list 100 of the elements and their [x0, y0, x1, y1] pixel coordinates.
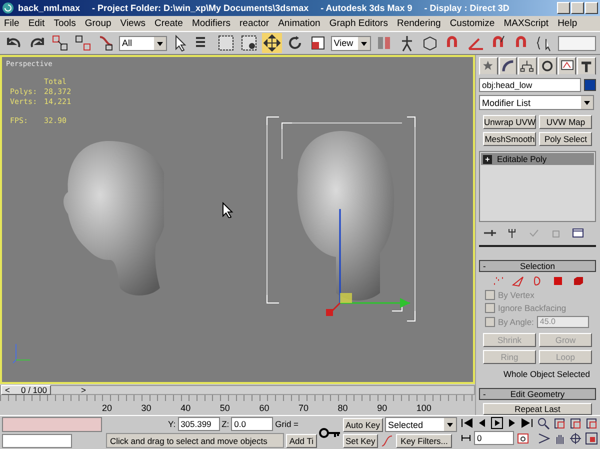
menu-item[interactable]: Edit [28, 18, 45, 29]
key-mode-icon[interactable] [461, 433, 471, 443]
frame-number: 30 [141, 403, 152, 415]
auto-key-button[interactable]: Auto Key [342, 418, 383, 432]
zoom-extents-icon[interactable] [569, 417, 582, 430]
zoom-extents-all-icon[interactable] [585, 417, 598, 430]
time-config-icon[interactable] [517, 432, 529, 444]
stack-item-label: Editable Poly [497, 154, 547, 164]
checkbox-label: By Angle: [498, 317, 534, 327]
frame-number: 100 [416, 403, 432, 415]
menu-item[interactable]: Tools [54, 18, 76, 29]
maximize-button[interactable] [571, 2, 584, 14]
menu-item[interactable]: Group [84, 18, 112, 29]
collapse-toggle[interactable]: - [480, 389, 492, 399]
rollout-header[interactable]: - Edit Geometry [479, 388, 596, 400]
menu-item[interactable]: Views [120, 18, 146, 29]
menu-item[interactable]: Create [154, 18, 183, 29]
menu-item[interactable]: Rendering [396, 18, 441, 29]
edge-triangle-icon[interactable] [510, 275, 524, 287]
checkbox[interactable] [485, 317, 495, 327]
close-button[interactable] [585, 2, 598, 14]
time-slider-thumb[interactable]: < 0 / 100 [1, 384, 51, 395]
checkbox-label: Ignore Backfacing [498, 303, 566, 313]
menu-item[interactable]: Customize [450, 18, 495, 29]
menu-item[interactable]: reactor [240, 18, 270, 29]
expand-toggle[interactable]: + [483, 154, 492, 164]
checkbox-label: By Vertex [498, 290, 534, 300]
repeat-last-button[interactable]: Repeat Last [483, 403, 592, 415]
frame-number: 60 [259, 403, 270, 415]
check-icon[interactable] [527, 227, 541, 239]
time-slider[interactable]: < 0 / 100 > [0, 384, 475, 395]
hierarchy-icon[interactable] [518, 57, 538, 75]
window-title: - Display : Direct 3D [424, 3, 510, 13]
key-icon[interactable] [318, 426, 340, 440]
selection-filter-dropdown[interactable]: All [119, 36, 167, 50]
frame-number: 80 [338, 403, 349, 415]
y-label: Y: [168, 419, 176, 429]
zoom-icon[interactable] [537, 417, 550, 430]
named-selection-field[interactable] [558, 36, 596, 50]
field-of-view-icon[interactable] [537, 432, 550, 445]
unlink-icon[interactable] [73, 33, 93, 53]
menu-item[interactable]: Modifiers [192, 18, 231, 29]
modifier-button[interactable]: Unwrap UVW [483, 115, 536, 129]
zoom-all-icon[interactable] [553, 417, 566, 430]
axis-tripod-icon [12, 342, 32, 364]
move-icon[interactable] [262, 33, 282, 53]
cursor-icon [222, 202, 234, 218]
frame-number: 70 [298, 403, 310, 415]
add-time-tag-button[interactable]: Add Ti [286, 434, 316, 448]
link-icon[interactable] [50, 33, 70, 53]
reference-coordinate-dropdown[interactable]: View [330, 36, 371, 50]
rollout-title: Selection [519, 261, 556, 271]
current-frame-field[interactable]: 0 [474, 431, 514, 445]
checkbox[interactable] [485, 290, 495, 300]
modifier-list-dropdown[interactable]: Modifier List [479, 95, 594, 110]
menu-item[interactable]: Help [558, 18, 578, 29]
app-icon [2, 2, 14, 14]
window-title: - Autodesk 3ds Max 9 [320, 3, 412, 13]
pin-icon[interactable] [483, 227, 497, 239]
frame-number: 50 [220, 403, 231, 415]
y-coordinate-field[interactable]: 305.399 [178, 417, 220, 431]
modifier-button[interactable]: MeshSmooth [483, 132, 536, 146]
minimize-button[interactable] [557, 2, 570, 14]
menu-item[interactable]: Animation [278, 18, 320, 29]
play-icon[interactable] [491, 417, 503, 429]
maximize-viewport-icon[interactable] [585, 432, 598, 445]
collapse-toggle[interactable]: - [480, 261, 492, 271]
frame-number: 90 [377, 403, 388, 415]
orbit-icon[interactable] [569, 432, 582, 445]
rectangle-select-icon[interactable] [216, 33, 236, 53]
window-title: back_nml.max [18, 3, 80, 13]
set-key-button[interactable]: Set Key [342, 434, 378, 448]
rollout-header[interactable]: - Selection [479, 260, 596, 272]
z-label: Z: [222, 419, 230, 429]
menu-item[interactable]: Graph Editors [329, 18, 388, 29]
object-name-field[interactable]: obj:head_low [479, 78, 581, 92]
frame-counter: 0 / 100 [21, 384, 47, 395]
checkbox[interactable] [485, 303, 495, 313]
key-filters-button[interactable]: Key Filters... [396, 434, 452, 448]
next-frame-arrow[interactable]: > [81, 384, 86, 395]
modifier-button[interactable]: Poly Select [539, 132, 592, 146]
monitor-icon[interactable] [558, 57, 576, 75]
skip-end-icon[interactable] [521, 417, 533, 429]
key-mode-dropdown[interactable]: Selected [385, 417, 457, 432]
skip-start-icon[interactable] [461, 417, 473, 429]
window-select-icon[interactable] [238, 33, 259, 53]
grid-label: Grid = [275, 419, 299, 429]
modifier-button[interactable]: UVW Map [539, 115, 592, 129]
object-color-swatch[interactable] [584, 79, 596, 91]
selection-status: Whole Object Selected [502, 369, 591, 379]
menu-item[interactable]: File [4, 18, 20, 29]
window-title: - Project Folder: D:\win_xp\My Documents\3dsmax [92, 3, 309, 13]
script-output-field[interactable] [2, 434, 72, 448]
stack-item[interactable]: + Editable Poly [481, 153, 594, 165]
z-coordinate-field[interactable]: 0.0 [231, 417, 274, 431]
script-listener-field[interactable] [2, 417, 102, 432]
previous-frame-arrow[interactable]: < [5, 384, 10, 395]
window-icon[interactable] [571, 227, 585, 239]
rollout-title: Edit Geometry [509, 389, 566, 399]
menu-item[interactable]: MAXScript [504, 18, 549, 29]
